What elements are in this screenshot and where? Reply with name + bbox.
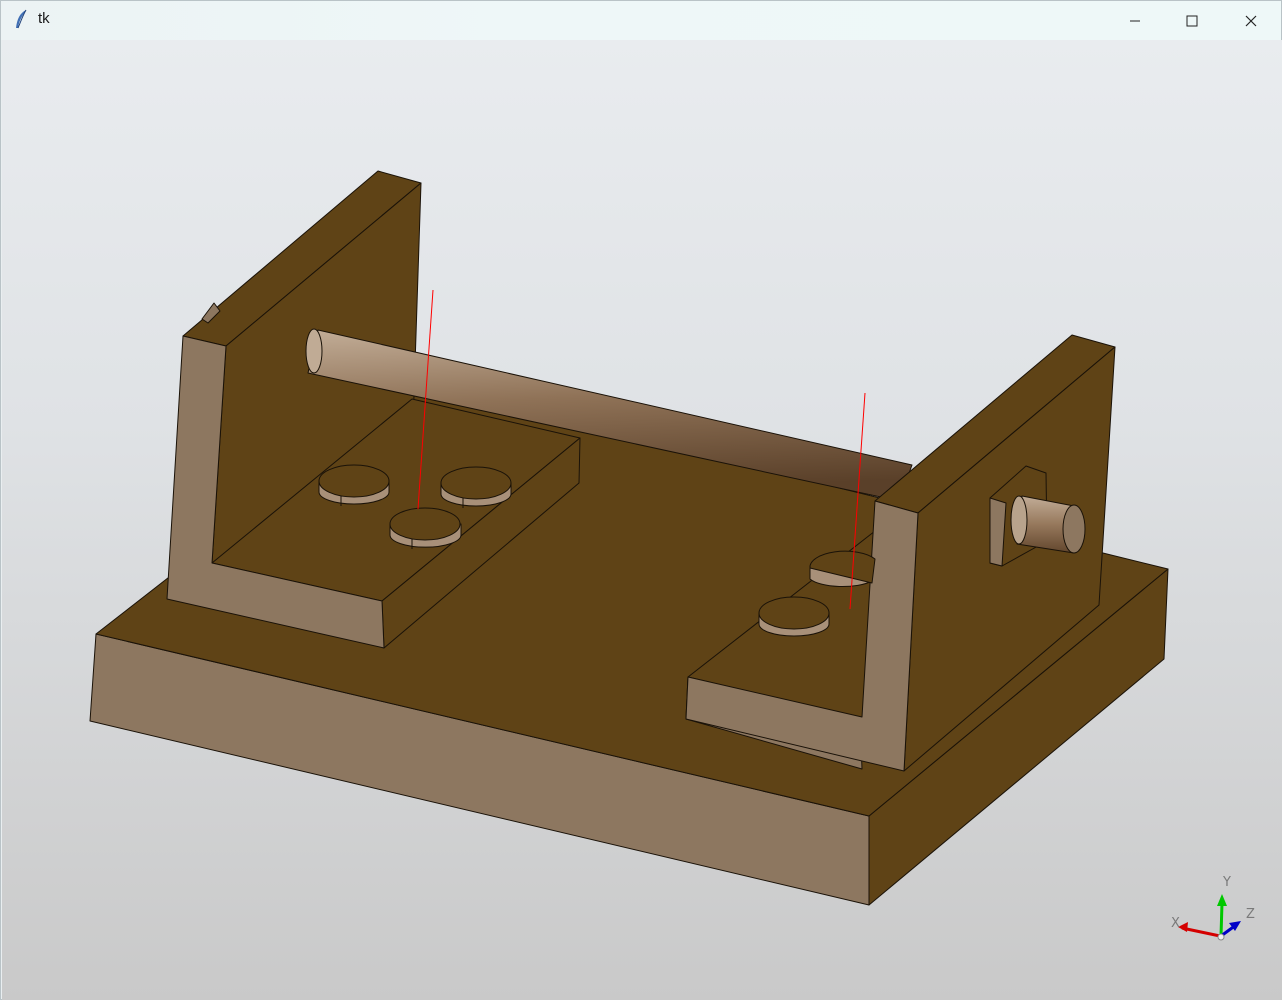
maximize-button[interactable] <box>1163 1 1221 40</box>
axis-x-label: X <box>1171 916 1180 931</box>
tk-feather-icon <box>13 9 31 31</box>
cad-scene: X Y Z <box>89 170 1255 941</box>
minimize-button[interactable] <box>1106 1 1164 40</box>
maximize-icon <box>1186 15 1198 27</box>
close-icon <box>1245 15 1257 27</box>
axis-y-label: Y <box>1222 875 1231 890</box>
minimize-icon <box>1129 15 1141 27</box>
3d-viewport[interactable]: X Y Z <box>2 40 1282 1000</box>
app-window: tk X Y Z <box>0 0 1282 1000</box>
axis-z-label: Z <box>1246 907 1255 922</box>
axis-triad: X Y Z <box>1171 875 1255 941</box>
window-title: tk <box>38 10 50 27</box>
close-button[interactable] <box>1222 1 1280 40</box>
title-bar[interactable]: tk <box>1 1 1281 40</box>
